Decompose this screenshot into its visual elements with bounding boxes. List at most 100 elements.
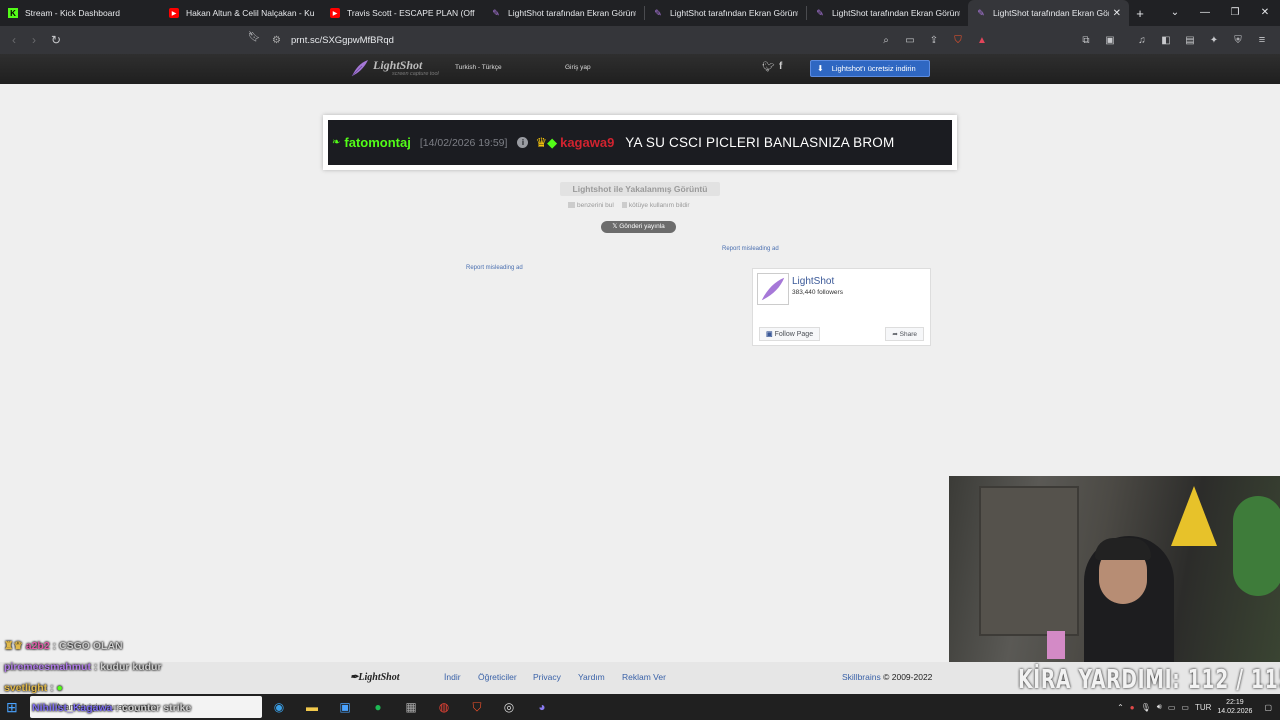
discord-icon[interactable]: ◕: [533, 698, 551, 716]
brave-rewards-icon[interactable]: ▲: [972, 35, 992, 46]
page-avatar[interactable]: [757, 273, 789, 305]
obs-icon[interactable]: ◎: [500, 698, 518, 716]
footer-logo[interactable]: ✒LightShot: [350, 672, 400, 683]
follow-page-button[interactable]: ▣ Follow Page: [759, 327, 821, 341]
tweet-button[interactable]: 𝕏 Gönderi yayınla: [601, 221, 676, 233]
image-actions: benzerini bul kötüye kullanım bildir: [568, 202, 690, 209]
tab-lightshot-2[interactable]: ✎ LightShot tarafından Ekran Görüntü: [645, 0, 806, 26]
menu-icon[interactable]: ≡: [1252, 34, 1272, 46]
share-button[interactable]: ➦ Share: [885, 327, 924, 341]
footer-link-tutorials[interactable]: Öğreticiler: [478, 672, 517, 682]
clock-date: 14.02.2026: [1217, 708, 1253, 715]
edge-icon[interactable]: ◉: [270, 698, 288, 716]
download-button[interactable]: ⬇ Lightshot'ı ücretsiz indirin: [810, 60, 930, 77]
sidebar-icon[interactable]: ◧: [1156, 35, 1176, 46]
footer-link-privacy[interactable]: Privacy: [533, 672, 561, 682]
tab-lightshot-active[interactable]: ✎ LightShot tarafından Ekran Görün ✕: [968, 0, 1129, 26]
lightshot-feather-icon: ✎: [977, 7, 985, 18]
forward-icon[interactable]: ›: [24, 33, 44, 47]
follower-count: 383,440 followers: [792, 289, 843, 296]
minimize-button[interactable]: —: [1190, 0, 1220, 26]
close-window-button[interactable]: ✕: [1250, 0, 1280, 26]
browser-toolbar: ‹ › ↻ 🔖︎ ⚙ prnt.sc/SXGgpwMfBRqd ⌕ ▭ ⇪ ⛉ …: [0, 26, 1280, 54]
leo-ai-icon[interactable]: ✦: [1204, 35, 1224, 46]
page-name[interactable]: LightShot: [792, 276, 834, 287]
back-icon[interactable]: ‹: [4, 33, 24, 47]
cast-icon[interactable]: ▭: [900, 35, 920, 46]
tab-youtube-travis[interactable]: ▶ Travis Scott - ESCAPE PLAN (Official: [322, 0, 483, 26]
find-similar-link[interactable]: benzerini bul: [568, 202, 614, 209]
tab-search-icon[interactable]: ⌄: [1160, 0, 1190, 26]
file-explorer-icon[interactable]: ▬: [303, 698, 321, 716]
tray-chevron-icon[interactable]: ⌃: [1117, 703, 1124, 712]
brave-icon[interactable]: ⛉: [468, 698, 486, 716]
chat-text: : CSGO OLAN: [52, 640, 123, 652]
language-selector[interactable]: Turkish - Türkçe: [455, 64, 502, 71]
lightshot-feather-icon: ✎: [654, 7, 662, 18]
emote-icon: ●: [56, 682, 63, 694]
bookmark-icon[interactable]: 🔖︎: [244, 32, 264, 43]
spotify-icon[interactable]: ●: [369, 698, 387, 716]
report-abuse-label: kötüye kullanım bildir: [628, 202, 690, 209]
footer-link-advertise[interactable]: Reklam Ver: [622, 672, 666, 682]
tab-lightshot-3[interactable]: ✎ LightShot tarafından Ekran Görüntü: [807, 0, 968, 26]
antivirus-icon[interactable]: ●: [1130, 703, 1135, 712]
screenshot-icon[interactable]: ▣: [1100, 35, 1120, 46]
language-indicator[interactable]: TUR: [1195, 703, 1211, 712]
close-tab-icon[interactable]: ✕: [1113, 8, 1121, 19]
kick-icon: K: [8, 8, 18, 18]
extensions-icon[interactable]: ⧉: [1076, 35, 1096, 46]
microphone-icon[interactable]: 🎙︎: [1141, 703, 1151, 712]
chat-user: Nihilist_Kagawa: [32, 702, 113, 714]
toolbar-right-icons: ⧉ ▣ ♫ ◧ ▤ ✦ ⛨ ≡: [1076, 26, 1272, 54]
volume-icon[interactable]: 🔊︎: [1157, 702, 1162, 712]
store-icon[interactable]: ▣: [336, 698, 354, 716]
address-bar[interactable]: ⚙ prnt.sc/SXGgpwMfBRqd: [272, 30, 394, 50]
clock[interactable]: 22:19 14.02.2026: [1217, 698, 1252, 716]
footer-link-help[interactable]: Yardım: [578, 672, 605, 682]
wallet-icon[interactable]: ▤: [1180, 35, 1200, 46]
report-ad-link-right[interactable]: Report misleading ad: [722, 246, 779, 252]
report-ad-link-left[interactable]: Report misleading ad: [466, 265, 523, 271]
music-icon[interactable]: ♫: [1132, 35, 1152, 46]
vpn-icon[interactable]: ⛨: [1228, 35, 1248, 46]
chat-user: piremeesmahmut: [4, 661, 91, 673]
zoom-icon[interactable]: ⌕: [876, 35, 896, 46]
display-icon[interactable]: ▭: [1168, 703, 1176, 712]
download-label: Lightshot'ı ücretsiz indirin: [831, 64, 916, 73]
login-link[interactable]: Giriş yap: [565, 64, 591, 71]
chat-timestamp: [14/02/2026 19:59]: [419, 136, 508, 149]
share-icon[interactable]: ⇪: [924, 35, 944, 46]
screenshot-frame: ❧ fatomontaj [14/02/2026 19:59] i ♛ ◆ ka…: [323, 115, 957, 170]
tab-title: LightShot tarafından Ekran Görüntü: [670, 8, 798, 18]
tab-youtube-hakan[interactable]: ▶ Hakan Altun & Celil Nalçakan - Kum: [161, 0, 322, 26]
tab-title: Stream - Kick Dashboard: [25, 8, 120, 18]
windows-start-icon[interactable]: ⊞: [6, 699, 22, 715]
twitter-icon[interactable]: 🐦︎: [762, 62, 775, 73]
network-icon[interactable]: ▭: [1181, 703, 1189, 712]
screenshot-image[interactable]: ❧ fatomontaj [14/02/2026 19:59] i ♛ ◆ ka…: [328, 120, 952, 165]
skillbrains-link[interactable]: Skillbrains: [842, 672, 881, 682]
restore-button[interactable]: ❐: [1220, 0, 1250, 26]
window-controls: ⌄ — ❐ ✕: [1160, 0, 1280, 26]
site-info-icon[interactable]: ⚙: [272, 35, 281, 46]
reload-icon[interactable]: ↻: [46, 33, 66, 47]
calculator-icon[interactable]: ▦: [402, 698, 420, 716]
facebook-page-widget: LightShot 383,440 followers ▣ Follow Pag…: [752, 268, 931, 346]
share-label: Share: [899, 331, 917, 338]
chat-text: :: [50, 682, 54, 694]
tab-lightshot-1[interactable]: ✎ LightShot tarafından Ekran Görüntü: [483, 0, 644, 26]
facebook-icon: ▣: [766, 331, 775, 338]
report-abuse-link[interactable]: kötüye kullanım bildir: [621, 202, 690, 209]
lightshot-logo[interactable]: LightShot screen capture tool: [350, 58, 439, 78]
facebook-icon[interactable]: f: [779, 61, 782, 72]
new-tab-button[interactable]: +: [1129, 6, 1151, 21]
chrome-icon[interactable]: ◍: [435, 698, 453, 716]
brave-shield-icon[interactable]: ⛉: [948, 35, 968, 46]
tab-kick-dashboard[interactable]: K Stream - Kick Dashboard: [0, 0, 161, 26]
counter-value: 112 / 115: [1187, 665, 1280, 695]
lightshot-feather-icon: ✎: [816, 7, 824, 18]
feather-icon: [351, 60, 368, 77]
footer-link-download[interactable]: İndir: [444, 672, 461, 682]
notifications-icon[interactable]: ▢: [1264, 703, 1272, 712]
